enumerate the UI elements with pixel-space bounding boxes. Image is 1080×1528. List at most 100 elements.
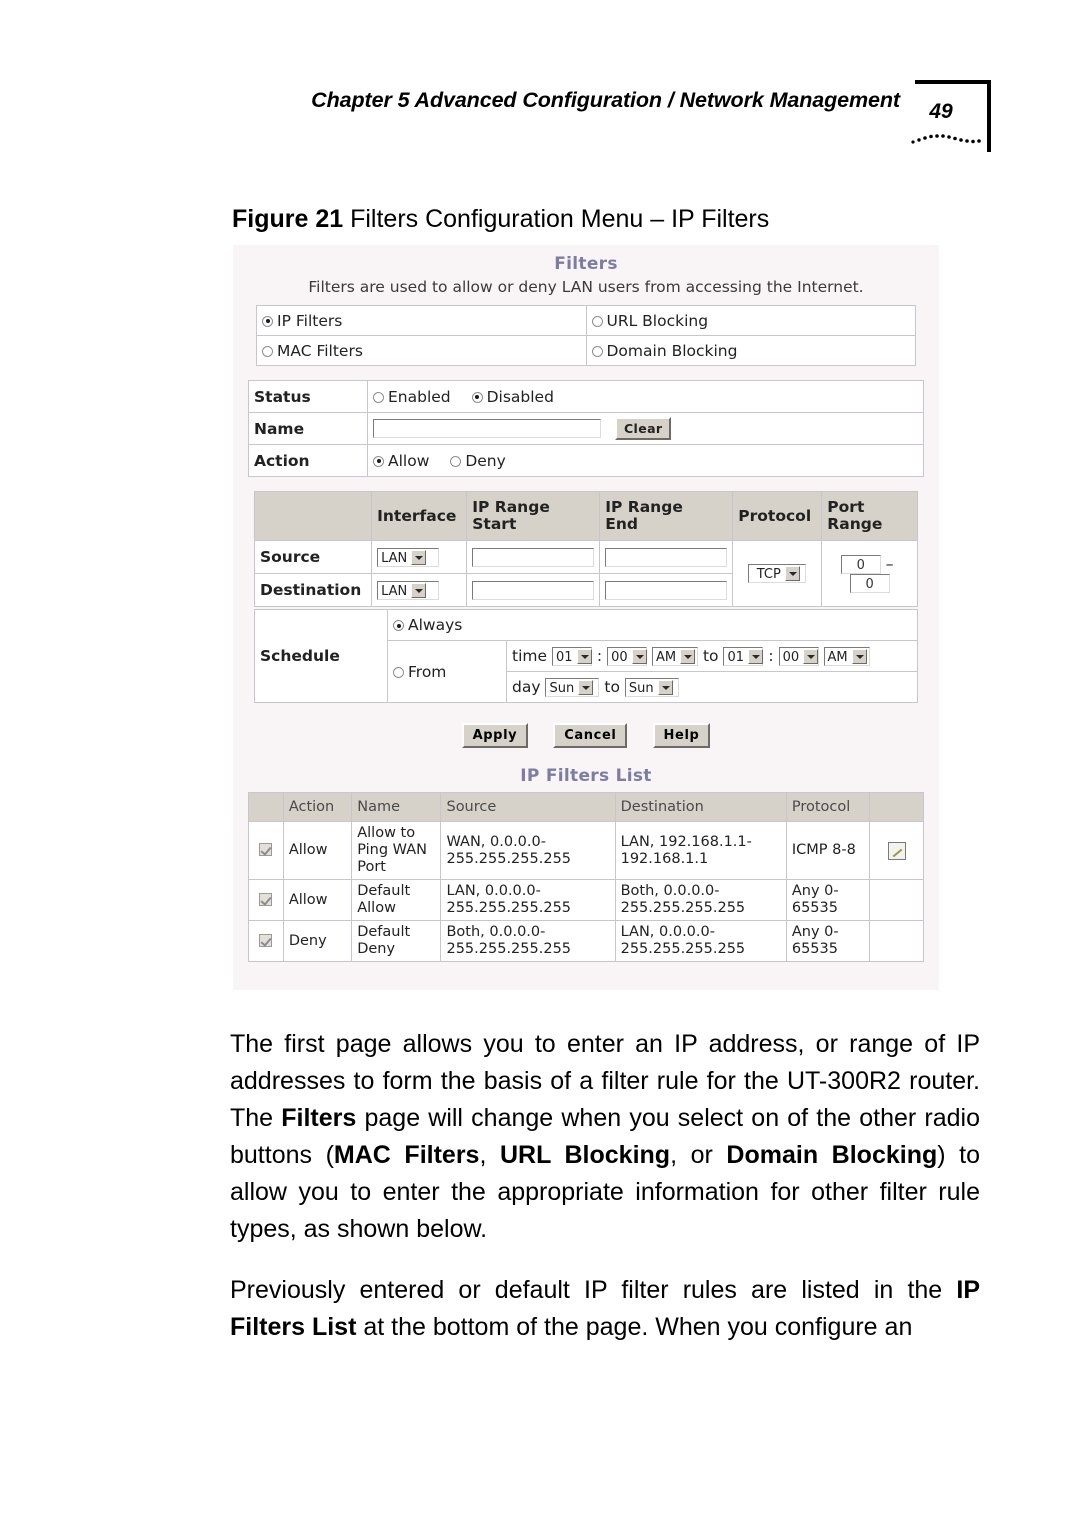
row-source: Both, 0.0.0.0-255.255.255.255 [440, 920, 616, 962]
source-interface-select[interactable]: LAN [377, 547, 440, 567]
source-ip-end-cell [599, 540, 734, 574]
filter-type-url-blocking[interactable]: URL Blocking [585, 305, 916, 336]
schedule-start-ampm-select[interactable]: AM [652, 647, 699, 666]
row-protocol: ICMP 8-8 [785, 821, 871, 880]
chevron-down-icon[interactable] [851, 649, 867, 664]
table-header-row: Action Name Source Destination Protocol [248, 792, 924, 822]
filter-type-ip-filters[interactable]: IP Filters [256, 305, 587, 336]
apply-button[interactable]: Apply [461, 723, 529, 748]
destination-interface-select[interactable]: LAN [377, 580, 440, 600]
header-protocol: Protocol [732, 491, 823, 541]
port-range-separator: – [885, 554, 894, 573]
row-select-cell[interactable] [248, 821, 284, 880]
radio-schedule-from-icon[interactable] [393, 666, 404, 678]
schedule-start-day-value: Sun [549, 680, 575, 696]
list-header-source: Source [440, 792, 616, 822]
chevron-down-icon[interactable] [578, 679, 594, 695]
p2-text-1: Previously entered or default IP filter … [230, 1276, 957, 1304]
table-row: Action Allow Deny [248, 444, 924, 477]
chevron-down-icon[interactable] [411, 582, 427, 598]
schedule-end-hour-select[interactable]: 01 [723, 647, 764, 666]
schedule-start-minute-select[interactable]: 00 [607, 647, 648, 666]
chevron-down-icon[interactable] [784, 566, 800, 581]
chevron-down-icon[interactable] [680, 649, 696, 664]
schedule-label: Schedule [254, 609, 388, 703]
table-row: Deny Default Deny Both, 0.0.0.0-255.255.… [248, 920, 924, 962]
checkbox-icon[interactable] [259, 933, 273, 947]
schedule-always-label: Always [408, 616, 463, 634]
schedule-end-ampm-select[interactable]: AM [823, 647, 870, 666]
rule-basics-table: Status Enabled Disabled Name Clear Actio… [248, 380, 924, 477]
destination-row-label: Destination [253, 573, 373, 607]
help-button[interactable]: Help [652, 723, 711, 748]
chevron-down-icon[interactable] [657, 679, 673, 695]
radio-action-deny-icon[interactable] [450, 455, 462, 467]
row-destination: LAN, 0.0.0.0-255.255.255.255 [614, 920, 787, 962]
port-range-start-input[interactable]: 0 [840, 554, 881, 574]
filter-type-mac-filters[interactable]: MAC Filters [256, 335, 587, 366]
action-deny-option[interactable]: Deny [450, 452, 506, 470]
edit-note-icon[interactable] [887, 841, 906, 860]
status-enabled-option[interactable]: Enabled [373, 388, 456, 406]
action-allow-option[interactable]: Allow [373, 452, 434, 470]
radio-url-blocking-icon[interactable] [591, 315, 603, 327]
radio-action-allow-icon[interactable] [373, 455, 384, 467]
radio-ip-filters-icon[interactable] [262, 315, 273, 327]
status-label: Status [248, 380, 368, 413]
row-name: Allow to Ping WAN Port [351, 821, 442, 880]
row-select-cell[interactable] [248, 879, 284, 921]
filter-type-label: Domain Blocking [606, 341, 738, 360]
source-ip-end-input[interactable] [605, 547, 728, 567]
chevron-down-icon[interactable] [748, 649, 763, 664]
row-destination: Both, 0.0.0.0-255.255.255.255 [614, 879, 787, 921]
header-interface: Interface [371, 491, 468, 541]
schedule-from-cell[interactable]: From [387, 640, 507, 703]
schedule-day-to-label: to [604, 677, 620, 696]
chevron-down-icon[interactable] [411, 549, 427, 565]
protocol-select[interactable]: TCP [748, 564, 807, 583]
clear-button[interactable]: Clear [614, 417, 672, 440]
schedule-start-hour-select[interactable]: 01 [551, 647, 592, 666]
checkbox-icon[interactable] [259, 843, 273, 856]
source-ip-start-input[interactable] [472, 547, 595, 567]
chevron-down-icon[interactable] [803, 649, 819, 664]
radio-domain-blocking-icon[interactable] [591, 345, 603, 357]
schedule-day-label: day [512, 677, 541, 696]
figure-label: Figure 21 [232, 205, 344, 233]
destination-ip-start-input[interactable] [472, 580, 595, 600]
destination-ip-end-input[interactable] [605, 580, 728, 600]
chevron-down-icon[interactable] [576, 649, 592, 664]
row-edit-cell[interactable] [869, 821, 924, 880]
schedule-end-minute-select[interactable]: 00 [778, 647, 819, 666]
radio-status-enabled-icon[interactable] [373, 391, 384, 403]
rule-name-input[interactable] [373, 419, 601, 438]
row-source: WAN, 0.0.0.0-255.255.255.255 [440, 821, 616, 880]
header-ip-range-start: IP Range Start [466, 491, 601, 541]
destination-interface-value: LAN [381, 583, 408, 599]
checkbox-icon[interactable] [259, 892, 273, 906]
radio-status-disabled-icon[interactable] [471, 391, 483, 403]
action-allow-label: Allow [388, 451, 430, 470]
row-action: Allow [282, 821, 353, 880]
row-edit-cell [869, 920, 924, 962]
schedule-end-day-select[interactable]: Sun [624, 677, 679, 697]
header-ip-range-end-line1: IP Range [605, 498, 683, 516]
cancel-button[interactable]: Cancel [553, 723, 628, 748]
chevron-down-icon[interactable] [631, 649, 647, 664]
port-range-end-input[interactable]: 0 [849, 573, 890, 593]
schedule-start-day-select[interactable]: Sun [545, 677, 600, 697]
filters-panel-description: Filters are used to allow or deny LAN us… [308, 278, 864, 296]
schedule-start-ampm-value: AM [656, 650, 677, 665]
table-row: MAC Filters Domain Blocking [256, 335, 916, 366]
port-range-cell: 0 –0 [821, 540, 918, 607]
radio-schedule-always-icon[interactable] [393, 620, 404, 631]
ip-filters-list-table: Action Name Source Destination Protocol … [248, 792, 924, 962]
status-disabled-option[interactable]: Disabled [471, 388, 554, 406]
filter-type-domain-blocking[interactable]: Domain Blocking [585, 335, 916, 366]
row-select-cell[interactable] [248, 920, 284, 962]
router-ui-screenshot: Filters Filters are used to allow or den… [233, 245, 939, 990]
schedule-table: Schedule Always From time 01 : 00 AM to … [254, 609, 918, 703]
radio-mac-filters-icon[interactable] [262, 345, 273, 357]
schedule-always-cell[interactable]: Always [387, 609, 918, 641]
chapter-title: Chapter 5 Advanced Configuration / Netwo… [311, 88, 900, 112]
